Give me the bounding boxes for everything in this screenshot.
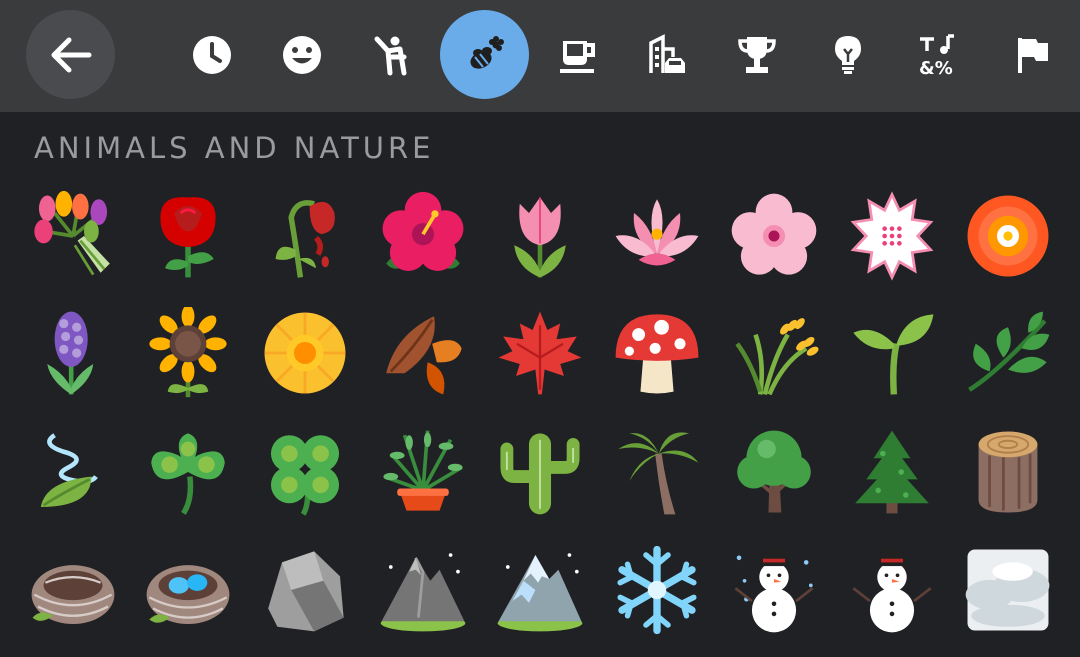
person-waving-icon <box>374 36 406 75</box>
mushroom-emoji[interactable] <box>607 303 707 403</box>
cherry-blossom-emoji[interactable] <box>724 186 824 286</box>
wood-emoji[interactable] <box>958 422 1058 522</box>
trophy-icon <box>737 36 776 73</box>
potted-plant-emoji[interactable] <box>373 422 473 522</box>
symbols-icon: &% <box>919 33 954 77</box>
tab-nature[interactable] <box>440 10 529 99</box>
herb-emoji[interactable] <box>958 303 1058 403</box>
tab-people[interactable] <box>347 10 436 99</box>
flag-icon <box>1017 37 1048 73</box>
blossom-emoji[interactable] <box>255 303 355 403</box>
clock-icon <box>192 35 231 74</box>
snowman-emoji[interactable] <box>724 540 824 640</box>
maple-leaf-emoji[interactable] <box>490 303 590 403</box>
sheaf-of-rice-emoji[interactable] <box>724 303 824 403</box>
cactus-emoji[interactable] <box>490 422 590 522</box>
white-flower-emoji[interactable] <box>842 186 942 286</box>
shamrock-emoji[interactable] <box>138 422 238 522</box>
empty-nest-emoji[interactable] <box>23 540 123 640</box>
hyacinth-emoji[interactable] <box>23 303 123 403</box>
evergreen-tree-emoji[interactable] <box>842 422 942 522</box>
snow-capped-mountain-emoji[interactable] <box>490 540 590 640</box>
tab-objects[interactable] <box>803 10 892 99</box>
rose-emoji[interactable] <box>138 186 238 286</box>
tab-flags[interactable] <box>987 10 1076 99</box>
seedling-emoji[interactable] <box>842 303 942 403</box>
fallen-leaf-emoji[interactable] <box>373 303 473 403</box>
lotus-emoji[interactable] <box>607 186 707 286</box>
deciduous-tree-emoji[interactable] <box>724 422 824 522</box>
wilted-flower-emoji[interactable] <box>255 186 355 286</box>
tab-travel[interactable] <box>622 10 711 99</box>
tab-food[interactable] <box>532 10 621 99</box>
buildings-car-icon <box>648 33 685 73</box>
back-button[interactable] <box>26 10 115 99</box>
section-title: ANIMALS AND NATURE <box>34 131 435 165</box>
mountain-emoji[interactable] <box>373 540 473 640</box>
coffee-cup-icon <box>559 40 595 73</box>
marigold-emoji[interactable] <box>958 186 1058 286</box>
fog-emoji[interactable] <box>958 540 1058 640</box>
bouquet-emoji[interactable] <box>23 186 123 286</box>
rock-emoji[interactable] <box>255 540 355 640</box>
four-leaf-clover-emoji[interactable] <box>255 422 355 522</box>
snowflake-emoji[interactable] <box>607 540 707 640</box>
leaf-fluttering-emoji[interactable] <box>23 422 123 522</box>
sunflower-emoji[interactable] <box>138 303 238 403</box>
tab-symbols[interactable]: &% <box>893 10 982 99</box>
palm-tree-emoji[interactable] <box>607 422 707 522</box>
bee-flower-icon <box>469 35 504 69</box>
snowman-without-snow-emoji[interactable] <box>842 540 942 640</box>
tab-smileys[interactable] <box>257 10 346 99</box>
arrow-left-icon <box>51 37 91 72</box>
smiley-icon <box>282 35 321 74</box>
lightbulb-icon <box>834 35 861 74</box>
hibiscus-emoji[interactable] <box>373 186 473 286</box>
category-toolbar: &% <box>0 0 1080 112</box>
tab-recent[interactable] <box>167 10 256 99</box>
svg-text:&%: &% <box>919 58 953 77</box>
tab-activities[interactable] <box>712 10 801 99</box>
tulip-emoji[interactable] <box>490 186 590 286</box>
nest-with-eggs-emoji[interactable] <box>138 540 238 640</box>
